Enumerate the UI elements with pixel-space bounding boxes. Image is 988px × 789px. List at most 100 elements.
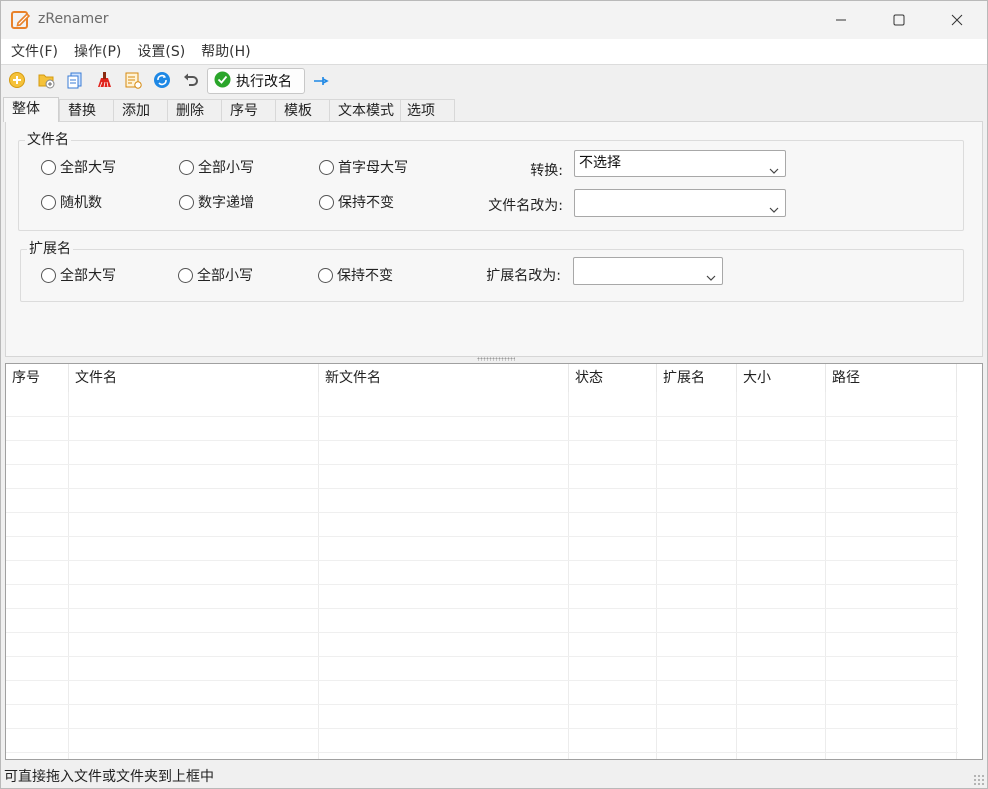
column-header-index[interactable]: 序号 [6, 364, 69, 392]
tab-bar: 整体 替换 添加 删除 序号 模板 文本模式 选项 [3, 97, 987, 122]
tab-delete[interactable]: 删除 [167, 99, 222, 122]
overall-panel: 文件名 全部大写 全部小写 首字母大写 随机数 数字递增 保持不变 转换: 不选… [5, 121, 983, 357]
radio-circle [178, 267, 193, 283]
extension-rename-combo[interactable] [573, 257, 723, 285]
filename-uppercase-radio[interactable]: 全部大写 [41, 157, 116, 177]
filename-random-radio[interactable]: 随机数 [41, 192, 102, 212]
add-file-icon[interactable] [8, 71, 26, 89]
extension-lowercase-radio[interactable]: 全部小写 [178, 265, 253, 285]
radio-circle [318, 267, 333, 283]
chevron-down-icon [769, 159, 779, 183]
radio-circle [319, 159, 334, 175]
filename-capitalize-radio[interactable]: 首字母大写 [319, 157, 408, 177]
table-header: 序号 文件名 新文件名 状态 扩展名 大小 路径 [6, 364, 982, 392]
tab-replace[interactable]: 替换 [59, 99, 114, 122]
extension-uppercase-radio[interactable]: 全部大写 [41, 265, 116, 285]
pin-icon[interactable] [312, 72, 330, 90]
add-folder-icon[interactable] [37, 71, 55, 89]
radio-label: 全部大写 [60, 268, 116, 284]
extension-group-title: 扩展名 [27, 241, 73, 257]
copy-icon[interactable] [66, 71, 84, 89]
menu-file[interactable]: 文件(F) [3, 40, 66, 64]
radio-label: 数字递增 [198, 195, 254, 211]
radio-label: 全部大写 [60, 160, 116, 176]
execute-rename-label: 执行改名 [236, 74, 292, 90]
tab-template[interactable]: 模板 [275, 99, 330, 122]
filename-increment-radio[interactable]: 数字递增 [179, 192, 254, 212]
status-text: 可直接拖入文件或文件夹到上框中 [4, 769, 214, 785]
tab-add[interactable]: 添加 [113, 99, 168, 122]
app-logo-icon [10, 9, 32, 31]
undo-icon[interactable] [182, 71, 200, 89]
column-header-status[interactable]: 状态 [569, 364, 657, 392]
filename-keep-radio[interactable]: 保持不变 [319, 192, 394, 212]
column-header-path[interactable]: 路径 [826, 364, 957, 392]
row-divider [6, 536, 958, 537]
radio-circle [41, 159, 56, 175]
extension-rename-label: 扩展名改为: [486, 268, 561, 284]
row-divider [6, 584, 958, 585]
radio-label: 全部小写 [197, 268, 253, 284]
convert-label: 转换: [530, 163, 563, 179]
radio-label: 首字母大写 [338, 160, 408, 176]
file-table[interactable]: 序号 文件名 新文件名 状态 扩展名 大小 路径 [5, 363, 983, 760]
column-header-size[interactable]: 大小 [737, 364, 826, 392]
resize-grip[interactable] [973, 774, 985, 786]
column-header-filename[interactable]: 文件名 [69, 364, 319, 392]
row-divider [6, 440, 958, 441]
convert-select[interactable]: 不选择 [574, 150, 786, 177]
tab-text-mode[interactable]: 文本模式 [329, 99, 401, 122]
chevron-down-icon [706, 266, 716, 290]
column-header-new-filename[interactable]: 新文件名 [319, 364, 569, 392]
filename-rename-combo[interactable] [574, 189, 786, 217]
check-icon [214, 71, 231, 92]
convert-value: 不选择 [579, 155, 621, 171]
toolbar: 执行改名 [1, 64, 987, 95]
title-bar: zRenamer [1, 1, 987, 39]
chevron-down-icon [769, 198, 779, 222]
row-divider [6, 728, 958, 729]
tab-overall[interactable]: 整体 [3, 97, 59, 122]
refresh-icon[interactable] [153, 71, 171, 89]
close-button[interactable] [929, 1, 985, 39]
filename-lowercase-radio[interactable]: 全部小写 [179, 157, 254, 177]
maximize-button[interactable] [871, 1, 927, 39]
row-divider [6, 608, 958, 609]
radio-circle [41, 194, 56, 210]
radio-label: 保持不变 [338, 195, 394, 211]
extension-group: 扩展名 全部大写 全部小写 保持不变 扩展名改为: [20, 241, 964, 302]
execute-rename-button[interactable]: 执行改名 [207, 68, 305, 94]
radio-circle [179, 159, 194, 175]
row-divider [6, 560, 958, 561]
row-divider [6, 464, 958, 465]
radio-label: 随机数 [60, 195, 102, 211]
window-title: zRenamer [38, 11, 109, 27]
column-header-extension[interactable]: 扩展名 [657, 364, 737, 392]
radio-label: 全部小写 [198, 160, 254, 176]
app-window: zRenamer 文件(F) 操作(P) 设置(S) 帮助(H) 执行改名 整体… [0, 0, 988, 789]
status-bar: 可直接拖入文件或文件夹到上框中 [1, 762, 987, 788]
table-body [6, 392, 982, 759]
row-divider [6, 752, 958, 753]
radio-circle [319, 194, 334, 210]
row-divider [6, 704, 958, 705]
tab-options[interactable]: 选项 [400, 99, 455, 122]
extension-keep-radio[interactable]: 保持不变 [318, 265, 393, 285]
radio-circle [41, 267, 56, 283]
row-divider [6, 416, 958, 417]
tab-sequence[interactable]: 序号 [221, 99, 276, 122]
row-divider [6, 656, 958, 657]
menu-settings[interactable]: 设置(S) [129, 40, 193, 64]
minimize-button[interactable] [813, 1, 869, 39]
row-divider [6, 512, 958, 513]
clear-icon[interactable] [95, 71, 113, 89]
menu-help[interactable]: 帮助(H) [193, 40, 258, 64]
filename-rename-label: 文件名改为: [488, 198, 563, 214]
row-divider [6, 488, 958, 489]
edit-list-icon[interactable] [124, 71, 142, 89]
filename-group: 文件名 全部大写 全部小写 首字母大写 随机数 数字递增 保持不变 转换: 不选… [18, 132, 964, 231]
menu-operation[interactable]: 操作(P) [66, 40, 129, 64]
filename-group-title: 文件名 [25, 132, 71, 148]
menu-bar: 文件(F) 操作(P) 设置(S) 帮助(H) [1, 39, 987, 64]
splitter-handle[interactable] [477, 357, 515, 361]
